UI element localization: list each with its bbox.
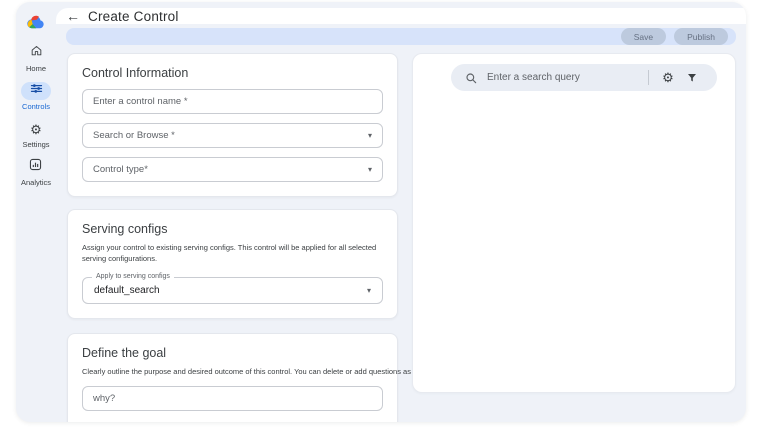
search-or-browse-select[interactable]: Search or Browse * ▾ — [82, 123, 383, 148]
sidebar-item-label: Controls — [22, 102, 50, 111]
main-panels: Control Information Search or Browse * ▾… — [56, 45, 746, 422]
home-icon — [30, 44, 43, 62]
chevron-down-icon: ▾ — [368, 165, 372, 174]
analytics-icon — [29, 158, 42, 176]
sidebar-item-label: Home — [26, 64, 46, 73]
back-arrow-icon[interactable]: ← — [66, 8, 80, 24]
sidebar-item-analytics[interactable]: Analytics — [21, 158, 51, 187]
sidebar-item-label: Settings — [22, 140, 49, 149]
goal-why-input[interactable] — [82, 386, 383, 411]
save-button[interactable]: Save — [621, 28, 666, 45]
action-toolbar: Save Publish — [66, 28, 736, 45]
control-type-select[interactable]: Control type* ▾ — [82, 157, 383, 182]
serving-configs-card: Serving configs Assign your control to e… — [67, 209, 398, 319]
page-header: ← Create Control — [56, 8, 746, 24]
card-title: Serving configs — [82, 222, 383, 236]
serving-configs-select[interactable]: Apply to serving configs default_search … — [82, 277, 383, 304]
search-icon — [462, 69, 480, 87]
chevron-down-icon: ▾ — [367, 286, 371, 295]
chevron-down-icon: ▾ — [368, 131, 372, 140]
search-settings-gear-icon[interactable]: ⚙ — [659, 69, 677, 87]
sidebar-item-label: Analytics — [21, 178, 51, 187]
divider — [648, 70, 649, 85]
tune-icon — [30, 82, 43, 100]
filter-icon[interactable] — [683, 69, 701, 87]
card-title: Define the goal — [82, 346, 383, 360]
select-floating-label: Apply to serving configs — [92, 273, 174, 280]
sidebar-item-home[interactable]: Home — [21, 44, 51, 73]
select-placeholder: Search or Browse * — [93, 130, 175, 141]
card-title: Control Information — [82, 66, 383, 80]
content-area: ← Create Control Save Publish Control In… — [56, 2, 746, 422]
page-title: Create Control — [88, 9, 179, 24]
search-input[interactable] — [487, 72, 638, 83]
control-information-card: Control Information Search or Browse * ▾… — [67, 53, 398, 197]
publish-button[interactable]: Publish — [674, 28, 728, 45]
search-preview-panel: ⚙ — [412, 53, 736, 393]
select-value: default_search — [94, 285, 160, 296]
sidebar-item-controls[interactable]: Controls — [21, 82, 51, 111]
card-description: Assign your control to existing serving … — [82, 242, 383, 265]
gear-icon: ⚙ — [30, 123, 42, 136]
control-name-input[interactable] — [82, 89, 383, 114]
card-description: Clearly outline the purpose and desired … — [82, 366, 383, 377]
sidebar-item-settings[interactable]: ⚙ Settings — [21, 120, 51, 149]
define-goal-card: Define the goal Clearly outline the purp… — [67, 333, 398, 423]
select-placeholder: Control type* — [93, 164, 148, 175]
search-bar[interactable]: ⚙ — [451, 64, 717, 91]
sidebar: Home Controls — [16, 2, 56, 422]
form-column: Control Information Search or Browse * ▾… — [67, 53, 398, 422]
google-cloud-logo-icon — [25, 12, 47, 30]
app-window: Home Controls — [16, 2, 746, 422]
